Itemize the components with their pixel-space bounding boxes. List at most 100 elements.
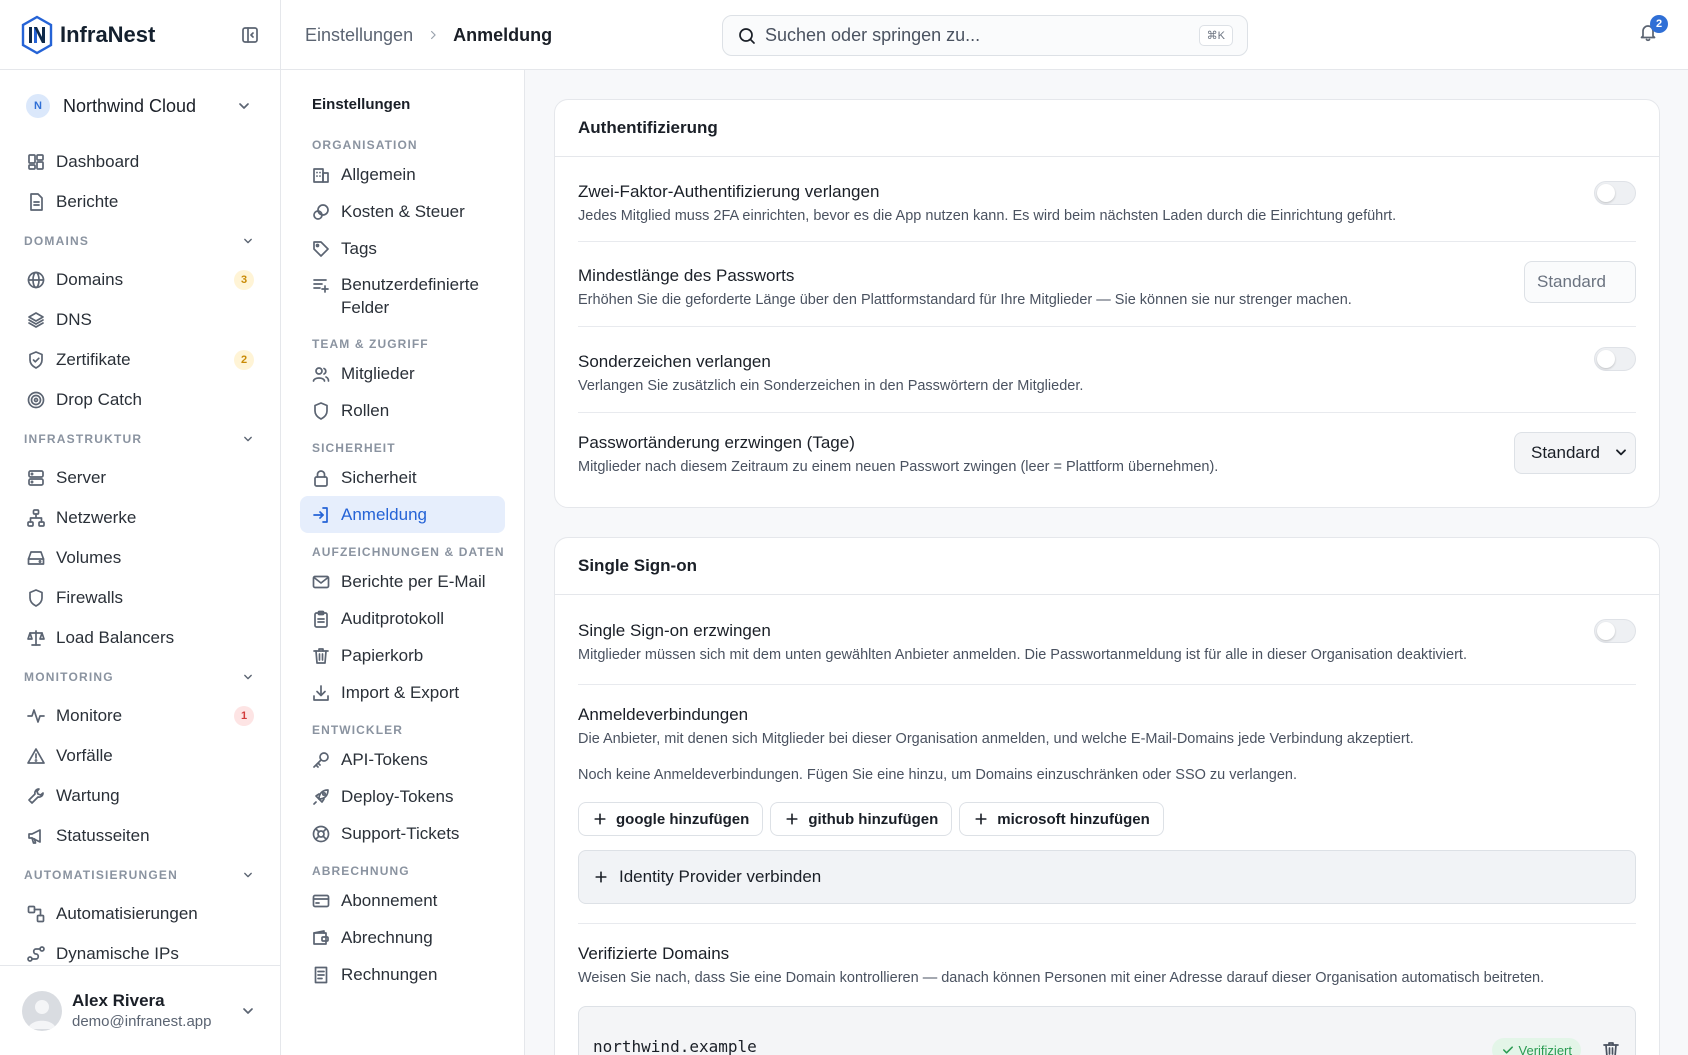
sidebar-item-wartung[interactable]: Wartung [0, 776, 280, 816]
sidebar-section-domains[interactable]: DOMAINS [0, 222, 280, 260]
search-input[interactable]: Suchen oder springen zu... ⌘K [722, 15, 1248, 56]
settings-item-allgemein[interactable]: Allgemein [300, 156, 505, 193]
sidebar-item-volumes[interactable]: Volumes [0, 538, 280, 578]
status-label: Verifiziert [1518, 1042, 1572, 1055]
settings-item-mitglieder[interactable]: Mitglieder [300, 355, 505, 392]
lifebuoy-icon [311, 824, 331, 844]
settings-item-label: Allgemein [341, 164, 416, 184]
building-icon [311, 165, 331, 185]
notifications-button[interactable]: 2 [1638, 15, 1668, 47]
settings-item-kosten-steuer[interactable]: Kosten & Steuer [300, 193, 505, 230]
settings-item-support-tickets[interactable]: Support-Tickets [300, 815, 505, 852]
sidebar-item-label: Monitore [56, 706, 123, 725]
count-badge: 3 [234, 270, 254, 290]
org-switcher[interactable]: N Northwind Cloud [0, 70, 280, 142]
settings-nav-title: Einstellungen [312, 96, 411, 113]
coins-icon [311, 202, 331, 222]
network-icon [26, 508, 46, 528]
setting-description: Mitglieder müssen sich mit dem unten gew… [578, 647, 1467, 663]
settings-item-abrechnung[interactable]: Abrechnung [300, 919, 505, 956]
sidebar-item-monitore[interactable]: Monitore 1 [0, 696, 280, 736]
setting-row-min-password-length: Mindestlänge des Passworts Erhöhen Sie d… [578, 242, 1636, 327]
settings-item-abonnement[interactable]: Abonnement [300, 882, 505, 919]
breadcrumb-item-einstellungen[interactable]: Einstellungen [305, 25, 413, 46]
settings-item-papierkorb[interactable]: Papierkorb [300, 637, 505, 674]
enforce-sso-toggle[interactable] [1594, 619, 1636, 643]
sidebar-collapse-icon[interactable] [240, 25, 260, 45]
server-icon [26, 468, 46, 488]
sidebar-item-vorfaelle[interactable]: Vorfälle [0, 736, 280, 776]
user-menu[interactable]: Alex Rivera demo@infranest.app [0, 965, 280, 1055]
add-microsoft-button[interactable]: microsoft hinzufügen [959, 802, 1164, 836]
section-title: DOMAINS [24, 234, 90, 248]
breadcrumb-item-current: Anmeldung [453, 24, 553, 45]
require-special-chars-toggle[interactable] [1594, 347, 1636, 371]
settings-item-label: Kosten & Steuer [341, 201, 465, 221]
section-title: Verifizierte Domains [578, 944, 730, 963]
sidebar-item-drop-catch[interactable]: Drop Catch [0, 380, 280, 420]
settings-section-title: ENTWICKLER [312, 723, 403, 737]
setting-title: Mindestlänge des Passworts [578, 266, 795, 285]
sidebar-item-server[interactable]: Server [0, 458, 280, 498]
chevron-down-icon [240, 233, 256, 249]
connect-identity-provider-button[interactable]: Identity Provider verbinden [578, 850, 1636, 904]
notification-count-badge: 2 [1650, 15, 1668, 33]
warning-icon [26, 746, 46, 766]
sidebar-section-infrastruktur[interactable]: INFRASTRUKTUR [0, 420, 280, 458]
add-google-button[interactable]: google hinzufügen [578, 802, 764, 836]
button-label: github hinzufügen [808, 810, 939, 828]
settings-item-label: Anmeldung [341, 504, 428, 524]
sidebar-item-label: Firewalls [56, 588, 124, 607]
section-description: Weisen Sie nach, dass Sie eine Domain ko… [578, 970, 1545, 986]
settings-item-benutzerdefinierte-felder[interactable]: Benutzerdefinierte Felder [300, 267, 505, 325]
setting-description: Mitglieder nach diesem Zeitraum zu einem… [578, 459, 1219, 475]
search-shortcut: ⌘K [1198, 25, 1233, 46]
min-password-length-input[interactable]: Standard [1524, 261, 1636, 303]
password-change-select[interactable]: Standard [1514, 432, 1636, 474]
settings-item-anmeldung[interactable]: Anmeldung [300, 496, 505, 533]
sidebar-item-label: Wartung [56, 786, 120, 805]
settings-item-rollen[interactable]: Rollen [300, 392, 505, 429]
sidebar-item-automatisierungen[interactable]: Automatisierungen [0, 894, 280, 934]
receipt-icon [311, 965, 331, 985]
setting-title: Sonderzeichen verlangen [578, 352, 771, 371]
setting-title: Passwortänderung erzwingen (Tage) [578, 433, 855, 452]
settings-item-berichte-per-email[interactable]: Berichte per E-Mail [300, 563, 505, 600]
setting-row-2fa: Zwei-Faktor-Authentifizierung verlangen … [578, 157, 1636, 242]
domain-row: northwind.example Verifiziert [578, 1006, 1636, 1055]
sidebar-item-statusseiten[interactable]: Statusseiten [0, 816, 280, 856]
org-avatar: N [26, 94, 50, 118]
settings-item-tags[interactable]: Tags [300, 230, 505, 267]
sidebar-item-label: Dashboard [56, 152, 140, 171]
sidebar-item-zertifikate[interactable]: Zertifikate 2 [0, 340, 280, 380]
sidebar-section-monitoring[interactable]: MONITORING [0, 658, 280, 696]
trash-icon[interactable] [1601, 1040, 1621, 1055]
sidebar-item-domains[interactable]: Domains 3 [0, 260, 280, 300]
sidebar-item-firewalls[interactable]: Firewalls [0, 578, 280, 618]
add-github-button[interactable]: github hinzufügen [770, 802, 953, 836]
settings-item-import-export[interactable]: Import & Export [300, 674, 505, 711]
shield-icon [311, 401, 331, 421]
dynamic-ip-icon [26, 944, 46, 964]
sidebar-item-dashboard[interactable]: Dashboard [0, 142, 280, 182]
settings-item-label: Papierkorb [341, 645, 424, 665]
settings-item-deploy-tokens[interactable]: Deploy-Tokens [300, 778, 505, 815]
settings-item-rechnungen[interactable]: Rechnungen [300, 956, 505, 993]
sidebar-item-load-balancers[interactable]: Load Balancers [0, 618, 280, 658]
require-2fa-toggle[interactable] [1594, 181, 1636, 205]
chevron-down-icon [240, 431, 256, 447]
settings-item-label: Berichte per E-Mail [341, 571, 486, 591]
sidebar-item-netzwerke[interactable]: Netzwerke [0, 498, 280, 538]
settings-item-auditprotokoll[interactable]: Auditprotokoll [300, 600, 505, 637]
chevron-down-icon [238, 1001, 258, 1021]
settings-item-label: Mitglieder [341, 363, 415, 383]
setting-title: Zwei-Faktor-Authentifizierung verlangen [578, 182, 880, 201]
sidebar-item-dns[interactable]: DNS [0, 300, 280, 340]
setting-title: Single Sign-on erzwingen [578, 621, 771, 640]
sidebar-section-automatisierungen[interactable]: AUTOMATISIERUNGEN [0, 856, 280, 894]
sidebar-item-berichte[interactable]: Berichte [0, 182, 280, 222]
infranest-logo [21, 15, 53, 54]
settings-item-sicherheit[interactable]: Sicherheit [300, 459, 505, 496]
settings-item-api-tokens[interactable]: API-Tokens [300, 741, 505, 778]
provider-buttons: google hinzufügen github hinzufügen micr… [578, 802, 1636, 836]
